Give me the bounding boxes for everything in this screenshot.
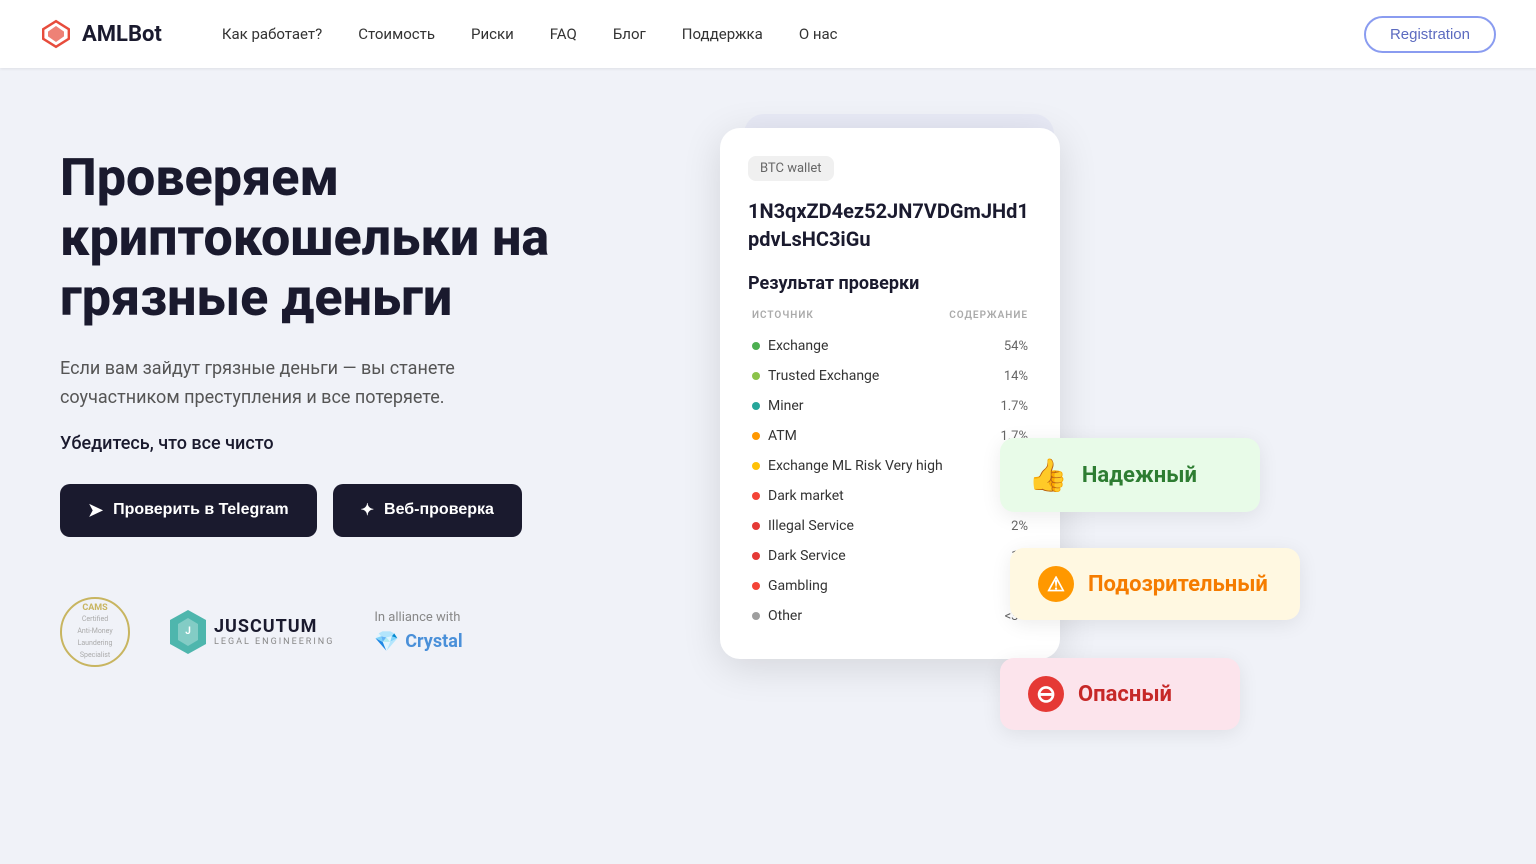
juscutum-sub: LEGAL ENGINEERING <box>214 637 334 647</box>
dot-icon <box>752 582 760 590</box>
nav-faq[interactable]: FAQ <box>550 25 577 43</box>
telegram-button-label: Проверить в Telegram <box>113 501 289 519</box>
cta-buttons: ➤ Проверить в Telegram ✦ Веб-проверка <box>60 484 660 537</box>
cams-text: CAMSCertifiedAnti-MoneyLaunderingSpecial… <box>77 603 112 661</box>
crystal-partner: In alliance with 💎 Crystal <box>374 610 462 653</box>
dot-icon <box>752 552 760 560</box>
table-row: Miner 1.7% <box>748 391 1032 421</box>
status-dangerous-card: ⊖ Опасный <box>1000 658 1240 730</box>
nav-risks[interactable]: Риски <box>471 25 514 43</box>
logo-text: AMLBot <box>82 22 162 47</box>
dot-icon <box>752 612 760 620</box>
telegram-icon: ➤ <box>88 500 103 521</box>
svg-text:J: J <box>185 626 191 637</box>
cams-badge: CAMSCertifiedAnti-MoneyLaunderingSpecial… <box>60 597 130 667</box>
table-row: Other <3% <box>748 601 1032 631</box>
status-dangerous-label: Опасный <box>1078 682 1172 707</box>
hero-section: Проверяем криптокошельки на грязные день… <box>60 128 660 828</box>
cams-partner: CAMSCertifiedAnti-MoneyLaunderingSpecial… <box>60 597 130 667</box>
dot-icon <box>752 402 760 410</box>
web-check-button[interactable]: ✦ Веб-проверка <box>333 484 522 537</box>
table-row: Dark Service 1% <box>748 541 1032 571</box>
crystal-gem-icon: 💎 <box>374 629 399 653</box>
table-row: Illegal Service 2% <box>748 511 1032 541</box>
status-suspicious-label: Подозрительный <box>1088 572 1268 597</box>
crystal-label: Crystal <box>405 631 462 652</box>
telegram-button[interactable]: ➤ Проверить в Telegram <box>60 484 317 537</box>
alliance-label: In alliance with <box>374 610 460 625</box>
dot-icon <box>752 492 760 500</box>
crystal-brand: 💎 Crystal <box>374 629 462 653</box>
check-card: BTC wallet 1N3qxZD4ez52JN7VDGmJHd1pdvLsH… <box>720 128 1060 659</box>
dot-icon <box>752 462 760 470</box>
demo-section: BTC wallet 1N3qxZD4ez52JN7VDGmJHd1pdvLsH… <box>700 128 1496 828</box>
dot-icon <box>752 342 760 350</box>
web-check-label: Веб-проверка <box>384 501 494 519</box>
col-content: СОДЕРЖАНИЕ <box>949 310 1028 321</box>
table-row: Exchange ML Risk Very high 1.7% <box>748 451 1032 481</box>
nav-blog[interactable]: Блог <box>613 25 646 43</box>
table-row: Exchange 54% <box>748 331 1032 361</box>
danger-icon: ⊖ <box>1028 676 1064 712</box>
warning-icon: ⚠ <box>1038 566 1074 602</box>
hero-cta: Убедитесь, что все чисто <box>60 433 660 454</box>
result-title: Результат проверки <box>748 273 1032 294</box>
col-source: ИСТОЧНИК <box>752 310 814 321</box>
logo[interactable]: AMLBot <box>40 18 162 50</box>
table-row: Trusted Exchange 14% <box>748 361 1032 391</box>
nav-support[interactable]: Поддержка <box>682 25 763 43</box>
table-row: ATM 1.7% <box>748 421 1032 451</box>
nav-about[interactable]: О нас <box>799 25 838 43</box>
aml-icon: ✦ <box>361 500 374 520</box>
nav-how[interactable]: Как работает? <box>222 25 322 43</box>
status-suspicious-card: ⚠ Подозрительный <box>1010 548 1300 620</box>
juscutum-name: JUSCUTUM <box>214 616 334 637</box>
hero-subtitle: Если вам зайдут грязные деньги — вы стан… <box>60 355 540 413</box>
table-header: ИСТОЧНИК СОДЕРЖАНИЕ <box>748 310 1032 321</box>
nav-cost[interactable]: Стоимость <box>358 25 435 43</box>
register-button[interactable]: Registration <box>1364 16 1496 53</box>
thumbs-up-icon: 👍 <box>1028 456 1068 494</box>
table-row: Dark market 3% <box>748 481 1032 511</box>
status-reliable-label: Надежный <box>1082 463 1197 488</box>
dot-icon <box>752 522 760 530</box>
dot-icon <box>752 432 760 440</box>
status-reliable-card: 👍 Надежный <box>1000 438 1260 512</box>
wallet-address: 1N3qxZD4ez52JN7VDGmJHd1pdvLsHC3iGu <box>748 197 1032 253</box>
nav-links: Как работает? Стоимость Риски FAQ Блог П… <box>222 25 1364 43</box>
main-content: Проверяем криптокошельки на грязные день… <box>0 68 1536 828</box>
btc-badge: BTC wallet <box>748 156 834 181</box>
dot-icon <box>752 372 760 380</box>
partners-section: CAMSCertifiedAnti-MoneyLaunderingSpecial… <box>60 597 660 667</box>
juscutum-partner: J JUSCUTUM LEGAL ENGINEERING <box>170 610 334 654</box>
juscutum-icon: J <box>170 610 206 654</box>
logo-icon <box>40 18 72 50</box>
table-row: Gambling 3% <box>748 571 1032 601</box>
juscutum-text: JUSCUTUM LEGAL ENGINEERING <box>214 616 334 647</box>
hero-title: Проверяем криптокошельки на грязные день… <box>60 148 660 327</box>
